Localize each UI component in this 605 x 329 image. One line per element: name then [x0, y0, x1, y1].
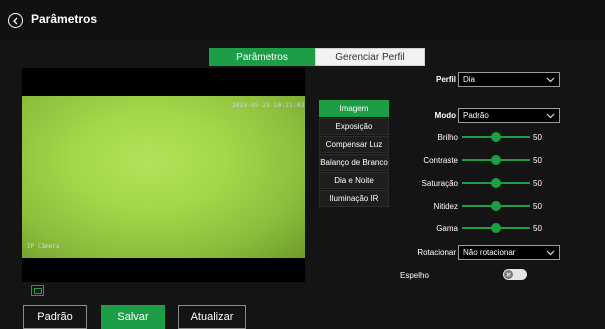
profile-select[interactable]: Dia	[458, 72, 560, 87]
slider-thumb[interactable]	[491, 132, 501, 142]
osd-channel-name: IP Câmera	[27, 243, 60, 250]
save-button[interactable]: Salvar	[101, 305, 165, 329]
mode-label: Modo	[434, 111, 456, 120]
contrast-label: Contraste	[423, 156, 458, 165]
chevron-left-icon	[12, 17, 17, 24]
slider-thumb[interactable]	[491, 201, 501, 211]
profile-label: Perfil	[435, 75, 456, 84]
fullscreen-icon[interactable]	[31, 285, 44, 296]
refresh-button[interactable]: Atualizar	[178, 305, 246, 329]
mode-select[interactable]: Padrão	[458, 108, 560, 123]
tab-manage-profile[interactable]: Gerenciar Perfil	[315, 48, 425, 66]
contrast-slider[interactable]	[462, 155, 530, 165]
tab-parameters[interactable]: Parâmetros	[209, 48, 315, 66]
default-button[interactable]: Padrão	[23, 305, 87, 329]
chevron-down-icon	[546, 250, 555, 256]
brightness-label: Brilho	[437, 133, 458, 142]
saturation-slider[interactable]	[462, 178, 530, 188]
page-title: Parâmetros	[31, 12, 98, 26]
page-header: Parâmetros	[0, 0, 605, 40]
rotate-label: Rotacionar	[417, 248, 456, 257]
gamma-slider[interactable]	[462, 223, 530, 233]
gamma-label: Gama	[436, 224, 458, 233]
tab-bar: Parâmetros Gerenciar Perfil	[209, 48, 425, 66]
menu-item-white-balance[interactable]: Balanço de Branco	[319, 154, 389, 171]
toggle-off-icon	[504, 270, 513, 279]
slider-thumb[interactable]	[491, 155, 501, 165]
rotate-select[interactable]: Não rotacionar	[458, 245, 560, 260]
contrast-value: 50	[533, 156, 542, 165]
sharpness-label: Nitidez	[433, 202, 458, 211]
mirror-toggle[interactable]	[503, 269, 527, 280]
saturation-label: Saturação	[421, 179, 458, 188]
brightness-value: 50	[533, 133, 542, 142]
sharpness-slider[interactable]	[462, 201, 530, 211]
mode-select-value: Padrão	[463, 111, 489, 120]
slider-thumb[interactable]	[491, 178, 501, 188]
brightness-slider[interactable]	[462, 132, 530, 142]
menu-item-backlight[interactable]: Compensar Luz	[319, 136, 389, 153]
gamma-value: 50	[533, 224, 542, 233]
rotate-select-value: Não rotacionar	[463, 248, 516, 257]
image-settings-menu: Imagem Exposição Compensar Luz Balanço d…	[319, 100, 389, 208]
osd-timestamp: 2023-05-23 10:21:03	[232, 102, 305, 109]
saturation-value: 50	[533, 179, 542, 188]
camera-image	[22, 96, 305, 258]
chevron-down-icon	[546, 77, 555, 83]
menu-item-day-night[interactable]: Dia e Noite	[319, 172, 389, 189]
back-arrow-icon[interactable]	[8, 13, 23, 28]
menu-item-exposure[interactable]: Exposição	[319, 118, 389, 135]
chevron-down-icon	[546, 113, 555, 119]
menu-item-ir-illumination[interactable]: Iluminação IR	[319, 190, 389, 207]
mirror-label: Espelho	[400, 271, 429, 280]
profile-select-value: Dia	[463, 75, 476, 84]
slider-thumb[interactable]	[491, 223, 501, 233]
menu-item-image[interactable]: Imagem	[319, 100, 389, 117]
sharpness-value: 50	[533, 202, 542, 211]
